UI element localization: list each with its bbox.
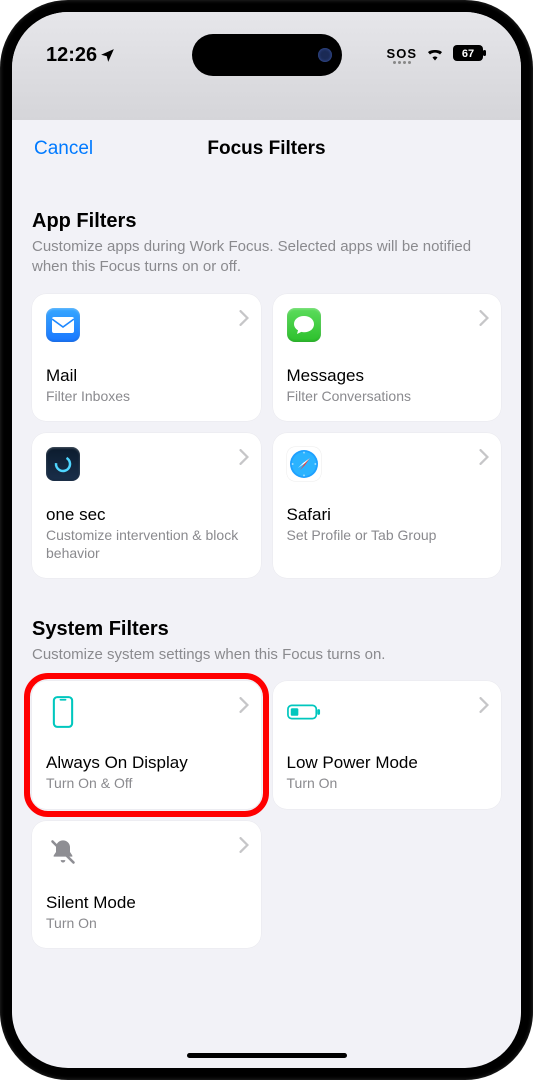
tile-sub: Set Profile or Tab Group [287, 527, 488, 545]
chevron-right-icon [239, 449, 249, 470]
chevron-right-icon [479, 697, 489, 718]
tile-title: Safari [287, 505, 488, 525]
mail-icon [46, 308, 80, 342]
filter-tile-silent-mode[interactable]: Silent Mode Turn On [32, 821, 261, 949]
status-time: 12:26 [46, 44, 97, 67]
sos-indicator: SOS [387, 47, 417, 64]
filter-tile-safari[interactable]: Safari Set Profile or Tab Group [273, 433, 502, 578]
chevron-right-icon [239, 837, 249, 858]
dynamic-island [192, 34, 342, 76]
nav-bar: Cancel Focus Filters [12, 120, 521, 172]
tile-title: Mail [46, 366, 247, 386]
svg-text:67: 67 [462, 48, 474, 60]
tile-title: Always On Display [46, 753, 247, 773]
battery-icon: 67 [453, 45, 487, 66]
tile-title: one sec [46, 505, 247, 525]
filter-tile-messages[interactable]: Messages Filter Conversations [273, 294, 502, 422]
tile-sub: Filter Inboxes [46, 388, 247, 406]
app-filters-title: App Filters [32, 210, 501, 233]
tile-sub: Turn On [287, 775, 488, 793]
home-indicator[interactable] [187, 1053, 347, 1058]
chevron-right-icon [479, 310, 489, 331]
chevron-right-icon [239, 697, 249, 718]
chevron-right-icon [239, 310, 249, 331]
safari-icon [287, 447, 321, 481]
filter-tile-onesec[interactable]: one sec Customize intervention & block b… [32, 433, 261, 578]
wifi-icon [425, 45, 445, 66]
location-icon [99, 47, 115, 63]
system-filters-subtitle: Customize system settings when this Focu… [32, 645, 501, 665]
cancel-button[interactable]: Cancel [34, 138, 93, 160]
filter-tile-always-on-display[interactable]: Always On Display Turn On & Off [32, 681, 261, 809]
app-filters-subtitle: Customize apps during Work Focus. Select… [32, 237, 501, 278]
filter-tile-low-power[interactable]: Low Power Mode Turn On [273, 681, 502, 809]
tile-sub: Turn On & Off [46, 775, 247, 793]
system-filters-title: System Filters [32, 618, 501, 641]
onesec-icon [46, 447, 80, 481]
chevron-right-icon [479, 449, 489, 470]
phone-frame: 12:26 SOS [0, 0, 533, 1080]
status-bar: 12:26 SOS [12, 12, 521, 120]
messages-icon [287, 308, 321, 342]
screen: 12:26 SOS [12, 12, 521, 1068]
tile-title: Silent Mode [46, 893, 247, 913]
phone-icon [46, 695, 80, 729]
tile-title: Messages [287, 366, 488, 386]
tile-title: Low Power Mode [287, 753, 488, 773]
tile-sub: Customize intervention & block behavior [46, 527, 247, 562]
filter-tile-mail[interactable]: Mail Filter Inboxes [32, 294, 261, 422]
tile-sub: Filter Conversations [287, 388, 488, 406]
battery-low-icon [287, 695, 321, 729]
bell-slash-icon [46, 835, 80, 869]
tile-sub: Turn On [46, 915, 247, 933]
